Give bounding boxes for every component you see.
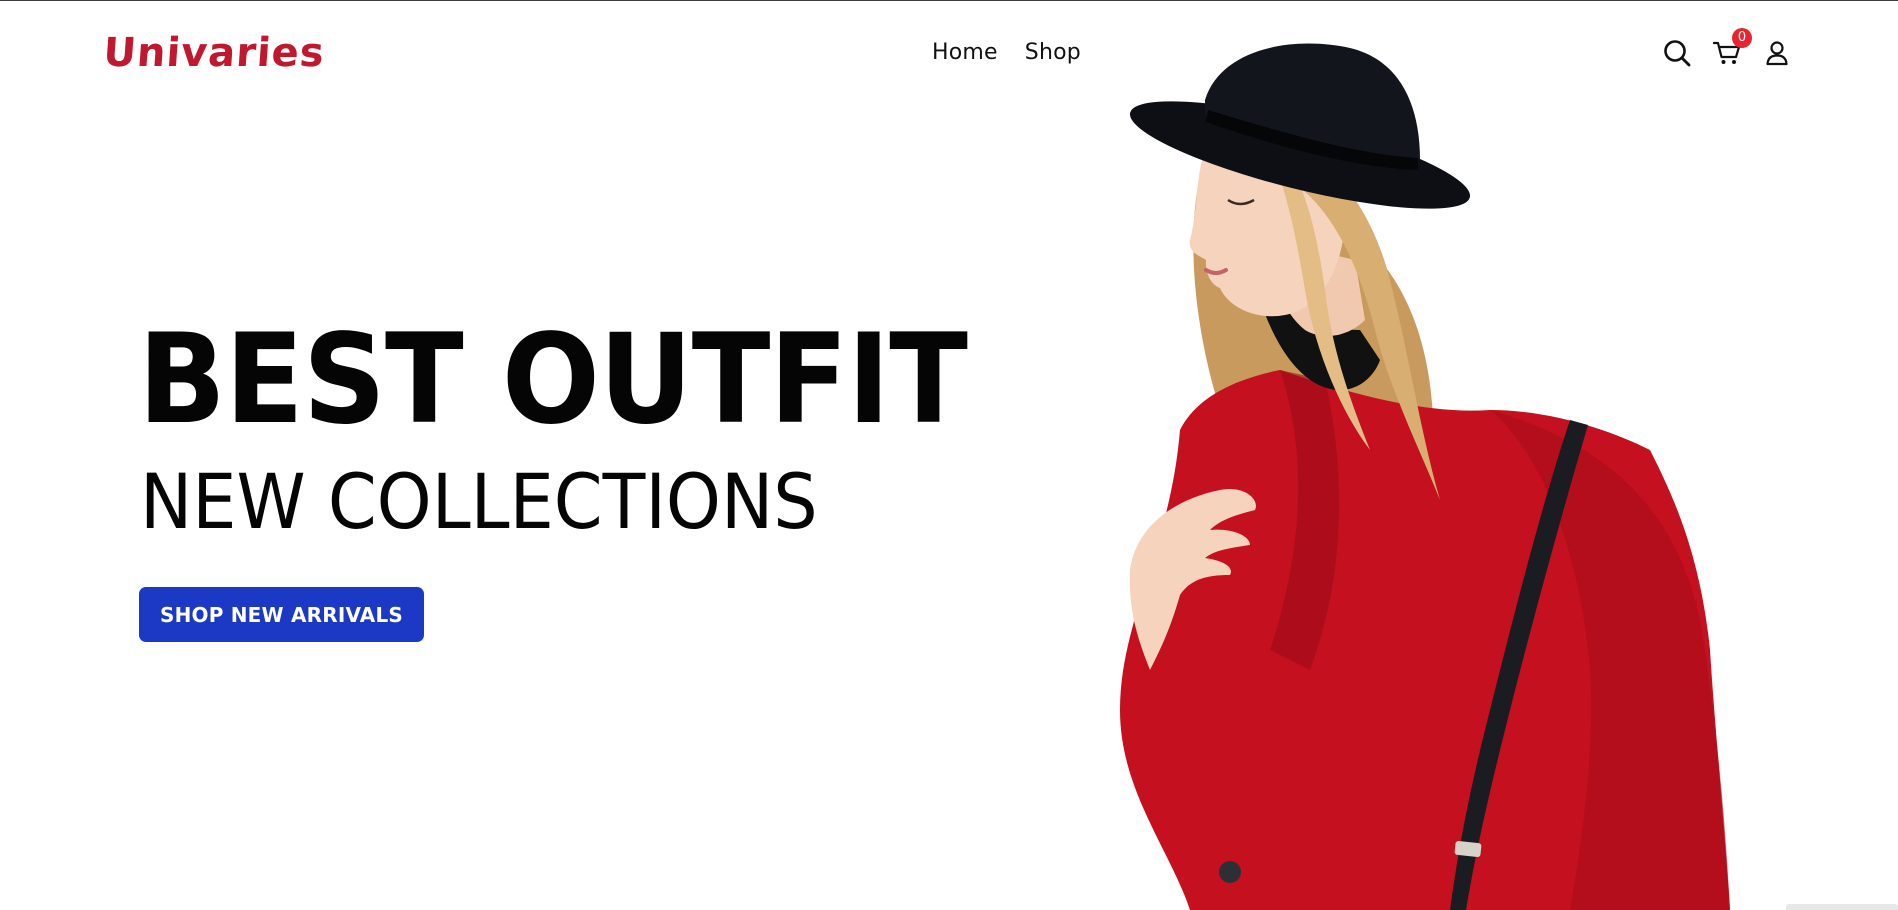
scroll-indicator xyxy=(1786,904,1898,910)
hero-model-image xyxy=(1120,43,1730,910)
nav-shop-link[interactable]: Shop xyxy=(1025,40,1081,65)
brand-logo-text: Univaries xyxy=(104,30,326,76)
account-button[interactable] xyxy=(1760,36,1794,70)
shop-new-arrivals-button[interactable]: SHOP NEW ARRIVALS xyxy=(139,587,424,642)
hero-subtitle: NEW COLLECTIONS xyxy=(140,457,818,546)
top-border xyxy=(0,0,1898,1)
main-nav: Home Shop xyxy=(932,40,1081,65)
user-icon xyxy=(1766,41,1788,66)
nav-home-link[interactable]: Home xyxy=(932,40,998,65)
brand-logo[interactable]: Univaries xyxy=(104,18,344,78)
hero-title: BEST OUTFIT xyxy=(138,308,968,452)
